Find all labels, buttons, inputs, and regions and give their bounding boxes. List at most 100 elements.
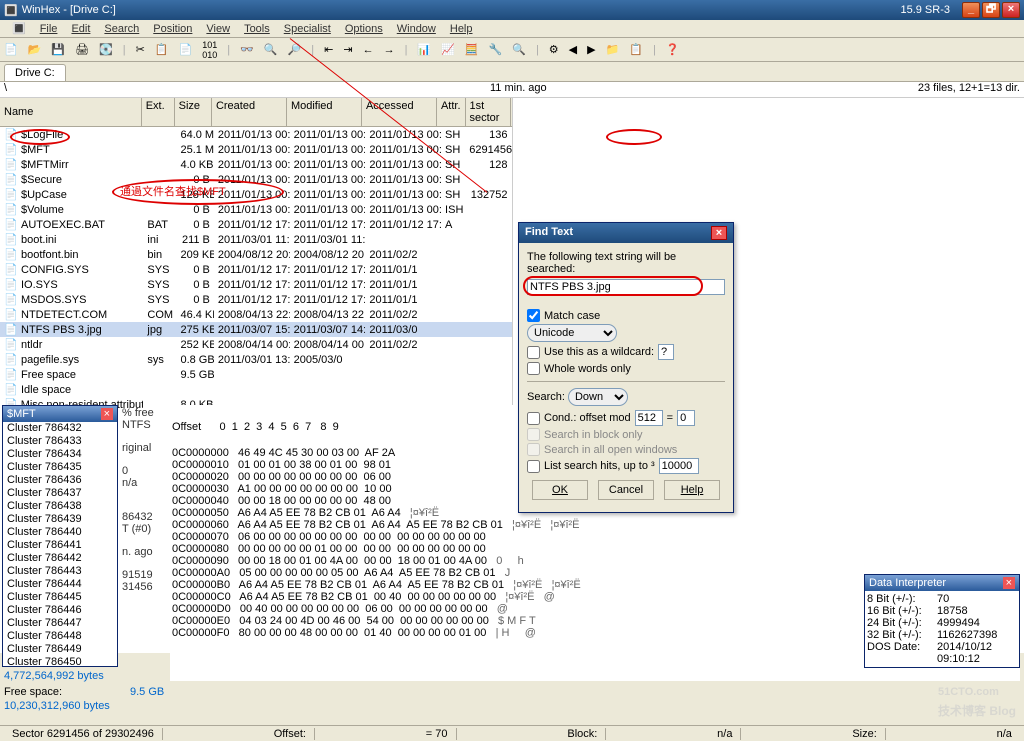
cluster-item[interactable]: Cluster 786449	[3, 643, 117, 656]
help-button[interactable]: Help	[664, 480, 720, 500]
cluster-item[interactable]: Cluster 786436	[3, 474, 117, 487]
disk-icon[interactable]: 💽	[99, 43, 113, 56]
search-direction-select[interactable]: Down	[568, 388, 628, 406]
wildcard-char-input[interactable]	[658, 344, 674, 360]
cut-icon[interactable]: ✂	[136, 43, 145, 56]
file-row[interactable]: 📄NTFS PBS 3.jpgjpg275 KB2011/03/07 15:0.…	[0, 322, 512, 337]
file-row[interactable]: 📄IO.SYSSYS0 B2011/01/12 17:1...2011/01/1…	[0, 277, 512, 292]
cluster-item[interactable]: Cluster 786441	[3, 539, 117, 552]
goto-icon[interactable]: ⇥	[343, 43, 352, 56]
file-row[interactable]: 📄ntldr252 KB2008/04/14 00:0...2008/04/14…	[0, 337, 512, 352]
menu-help[interactable]: Help	[444, 22, 479, 36]
new-icon[interactable]: 📄	[4, 43, 18, 56]
hex-row[interactable]: 0C0000070 06 00 00 00 00 00 00 00 00 00 …	[172, 531, 1018, 543]
col-created[interactable]: Created	[212, 98, 287, 126]
folder-icon[interactable]: 📁	[606, 43, 620, 56]
cond-eq-input[interactable]	[677, 410, 695, 426]
minimize-button[interactable]: _	[962, 2, 980, 18]
dialog-close-button[interactable]: ×	[711, 226, 727, 240]
cluster-item[interactable]: Cluster 786442	[3, 552, 117, 565]
menu-specialist[interactable]: Specialist	[278, 22, 337, 36]
tools-icon[interactable]: 🔧	[489, 43, 503, 56]
mft-close-icon[interactable]: ×	[101, 408, 113, 420]
find-hex-icon[interactable]: 🔍	[264, 43, 278, 56]
goto-first-icon[interactable]: ⇤	[324, 43, 333, 56]
cond-mod-input[interactable]	[635, 410, 663, 426]
file-row[interactable]: 📄$Volume0 B2011/01/13 00:5...2011/01/13 …	[0, 202, 512, 217]
col-attr[interactable]: Attr.	[437, 98, 466, 126]
hex-row[interactable]: 0C0000090 00 00 18 00 01 00 4A 00 00 00 …	[172, 555, 1018, 567]
file-row[interactable]: 📄Idle space	[0, 382, 512, 397]
tab-drive[interactable]: Drive C:	[4, 64, 66, 81]
file-row[interactable]: 📄boot.iniini211 B2011/03/01 11:5...2011/…	[0, 232, 512, 247]
cluster-item[interactable]: Cluster 786446	[3, 604, 117, 617]
cluster-item[interactable]: Cluster 786445	[3, 591, 117, 604]
file-row[interactable]: 📄Free space9.5 GB	[0, 367, 512, 382]
file-row[interactable]: 📄MSDOS.SYSSYS0 B2011/01/12 17:1...2011/0…	[0, 292, 512, 307]
menu-tools[interactable]: Tools	[238, 22, 276, 36]
cluster-item[interactable]: Cluster 786433	[3, 435, 117, 448]
file-row[interactable]: 📄$MFT25.1 MB2011/01/13 00:5...2011/01/13…	[0, 142, 512, 157]
col-modified[interactable]: Modified	[287, 98, 362, 126]
file-row[interactable]: 📄CONFIG.SYSSYS0 B2011/01/12 17:1...2011/…	[0, 262, 512, 277]
restore-button[interactable]: 🗗	[982, 2, 1000, 18]
menu-edit[interactable]: Edit	[65, 22, 96, 36]
col-name[interactable]: Name	[0, 98, 142, 126]
cluster-item[interactable]: Cluster 786432	[3, 422, 117, 435]
ok-button[interactable]: OK	[532, 480, 588, 500]
file-row[interactable]: 📄pagefile.syssys0.8 GB2011/03/01 13:5...…	[0, 352, 512, 367]
menu-options[interactable]: Options	[339, 22, 389, 36]
menu-view[interactable]: View	[200, 22, 236, 36]
next-icon[interactable]: ▶	[587, 43, 595, 56]
wildcard-checkbox[interactable]: Use this as a wildcard:	[527, 344, 725, 360]
di-close-icon[interactable]: ×	[1003, 577, 1015, 589]
cluster-item[interactable]: Cluster 786450	[3, 656, 117, 666]
print-icon[interactable]: 🖨	[75, 43, 89, 56]
list-hits-checkbox[interactable]: List search hits, up to ³	[527, 458, 725, 474]
cluster-item[interactable]: Cluster 786443	[3, 565, 117, 578]
cluster-item[interactable]: Cluster 786448	[3, 630, 117, 643]
cluster-item[interactable]: Cluster 786438	[3, 500, 117, 513]
whole-words-checkbox[interactable]: Whole words only	[527, 362, 725, 375]
back-icon[interactable]: ←	[363, 44, 374, 56]
help-icon[interactable]: ❓	[666, 43, 680, 56]
search-icon[interactable]: 🔍	[512, 43, 526, 56]
file-row[interactable]: 📄bootfont.binbin209 KB2004/08/12 20:1...…	[0, 247, 512, 262]
find-icon[interactable]: 👓	[240, 43, 254, 56]
copy-icon[interactable]: 📋	[155, 43, 169, 56]
cluster-item[interactable]: Cluster 786439	[3, 513, 117, 526]
file-row[interactable]: 📄$MFTMirr4.0 KB2011/01/13 00:5...2011/01…	[0, 157, 512, 172]
col-size[interactable]: Size	[175, 98, 212, 126]
prev-icon[interactable]: ◀	[569, 43, 577, 56]
all-windows-checkbox[interactable]: Search in all open windows	[527, 443, 725, 456]
cluster-item[interactable]: Cluster 786435	[3, 461, 117, 474]
cluster-item[interactable]: Cluster 786447	[3, 617, 117, 630]
cluster-item[interactable]: Cluster 786437	[3, 487, 117, 500]
col-sector[interactable]: 1st sector	[466, 98, 512, 126]
file-row[interactable]: 📄$LogFile64.0 MB2011/01/13 00:5...2011/0…	[0, 127, 512, 142]
menu-search[interactable]: Search	[98, 22, 145, 36]
paste-icon[interactable]: 📄	[179, 43, 193, 56]
analyze-icon[interactable]: 📈	[441, 43, 455, 56]
match-case-checkbox[interactable]: Match case	[527, 309, 725, 322]
options-icon[interactable]: ⚙	[549, 43, 559, 56]
report-icon[interactable]: 📋	[629, 43, 643, 56]
close-button[interactable]: ×	[1002, 2, 1020, 18]
encoding-select[interactable]: Unicode	[527, 324, 617, 342]
save-icon[interactable]: 💾	[51, 43, 65, 56]
binary-icon[interactable]: 101010	[202, 40, 217, 60]
menu-position[interactable]: Position	[147, 22, 198, 36]
file-row[interactable]: 📄NTDETECT.COMCOM46.4 KB2008/04/13 22:1..…	[0, 307, 512, 322]
calc-icon[interactable]: 🧮	[465, 43, 479, 56]
block-only-checkbox[interactable]: Search in block only	[527, 428, 725, 441]
cluster-item[interactable]: Cluster 786440	[3, 526, 117, 539]
cancel-button[interactable]: Cancel	[598, 480, 654, 500]
list-hits-input[interactable]	[659, 458, 699, 474]
col-ext[interactable]: Ext.	[142, 98, 175, 126]
fwd-icon[interactable]: →	[384, 44, 395, 56]
menu-window[interactable]: Window	[391, 22, 442, 36]
cluster-item[interactable]: Cluster 786434	[3, 448, 117, 461]
open-icon[interactable]: 📂	[28, 43, 42, 56]
menu-file[interactable]: File	[34, 22, 64, 36]
hex-row[interactable]: 0C0000060 A6 A4 A5 EE 78 B2 CB 01 A6 A4 …	[172, 519, 1018, 531]
